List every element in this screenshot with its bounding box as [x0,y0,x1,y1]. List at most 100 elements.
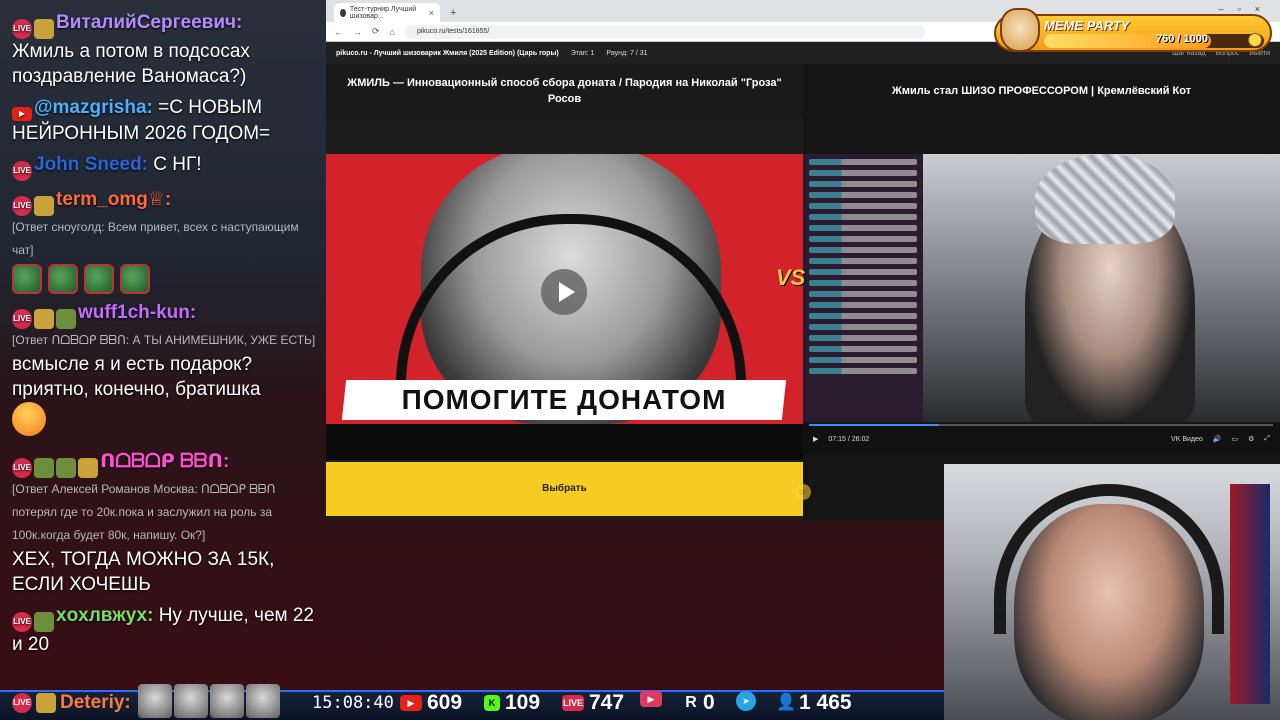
youtube-icon: ▶ [400,695,422,711]
live-icon: LIVE [562,695,584,711]
rutube-viewers: ▶ [640,691,662,707]
chat-reply: [Ответ Алексей Романов Москва: ᑎᗝᗷᗝᑭ ᗷᗷᑎ… [12,482,276,542]
left-card-title: ЖМИЛЬ — Инновационный способ сбора донат… [326,64,803,118]
kick-viewers: K 109 [484,691,540,715]
url-field[interactable]: pikuco.ru/tests/161855/ [404,24,925,39]
foil-hat-image [1035,154,1175,244]
chat-message: LIVE ВиталийСергеевич: [12,10,318,39]
option-card-right: Жмиль стал ШИЗО ПРОФЕССОРОМ | Кремлёвски… [803,64,1280,520]
r-viewers: R 0 [685,691,715,714]
emoji-badge-icon [34,19,54,39]
frog-emote-icon [12,264,42,294]
chat-message: LIVE John Sneed: С НГ! [12,152,318,181]
subtitles-icon[interactable]: ▭ [1231,435,1238,443]
coin-icon [1248,33,1262,47]
emoji-badge-icon [34,458,54,478]
minimize-icon[interactable]: – [1219,4,1224,14]
chat-panel: LIVE ВиталийСергеевич: Жмиль а потом в по… [0,0,326,690]
tab-title: Тест-турнир Лучший шизовар... [349,5,417,20]
stream-overlay: LIVE ВиталийСергеевич: Жмиль а потом в по… [0,0,1280,720]
live-badge-icon: LIVE [12,458,32,478]
chat-message: LIVE term_omg♕: [12,187,318,216]
meme-progress-bar [1044,34,1264,48]
stage-label: Этап: 1 [570,49,595,57]
settings-icon[interactable]: ⚙ [1248,435,1254,443]
new-tab-button[interactable]: + [450,7,456,19]
embedded-chat-image [803,154,923,422]
chat-nick: ᑎᗝᗷᗝᑭ ᗷᗷᑎ: [100,451,230,472]
chat-nick: wuff1ch-kun: [78,302,197,323]
browser-window: Тест-турнир Лучший шизовар... × + – ▫ × … [326,0,1280,520]
chat-message: ХЕХ, ТОГДА МОЖНО ЗА 15К, ЕСЛИ ХОЧЕШЬ [12,547,318,597]
emote-icon [210,684,244,718]
total-viewers: 👤 1 465 [776,691,852,714]
forward-icon[interactable]: → [353,27,362,37]
volume-icon[interactable]: 🔊 [1213,435,1222,443]
play-icon[interactable]: ▶ [813,435,818,443]
frog-emote-icon [120,264,150,294]
favicon-icon [340,8,346,17]
emoji-badge-icon [56,458,76,478]
doge-icon [1000,8,1040,52]
emote-icon [138,684,172,718]
live-viewers: LIVE 747 [562,691,625,714]
select-button[interactable]: Выбрать [326,462,803,516]
meme-progress-value: 760 / 1000 [1156,33,1208,45]
chat-text: Жмиль а потом в подсосах поздравление Ва… [12,41,250,87]
chat-text: всмысле я и есть подарок? приятно, конеч… [12,354,261,400]
headphones-image [994,484,1224,634]
chat-nick: @mazgrisha: [34,97,153,118]
close-window-icon[interactable]: × [1255,4,1260,14]
emoji-badge-icon [56,309,76,329]
back-icon[interactable]: ← [334,27,343,37]
right-video-player[interactable] [803,154,1280,422]
close-tab-icon[interactable]: × [429,8,434,18]
webcam-feed [944,464,1280,720]
right-card-title: Жмиль стал ШИЗО ПРОФЕССОРОМ | Кремлёвски… [803,64,1280,118]
emoji-badge-icon [78,458,98,478]
emote-row [12,264,318,294]
option-card-left: ЖМИЛЬ — Инновационный способ сбора донат… [326,64,803,520]
emote-icon [246,684,280,718]
video-progress-bar[interactable] [809,424,1273,426]
meme-party-title: MEME PARTY [1044,18,1130,33]
versus-label: VS [776,265,806,290]
maximize-icon[interactable]: ▫ [1238,4,1241,14]
chat-message: ▶ @mazgrisha: =С НОВЫМ НЕЙРОННЫМ 2026 ГОД… [12,95,318,146]
chat-text: С НГ! [153,154,202,175]
chat-message: LIVE wuff1ch-kun: [12,300,318,329]
live-badge-icon: LIVE [12,693,32,713]
play-icon[interactable] [541,269,587,315]
video-controls: ▶ 07:15 / 26:02 VK Видео 🔊 ▭ ⚙ ⤢ [803,424,1280,454]
emoji-badge-icon [34,309,54,329]
youtube-badge-icon: ▶ [12,107,32,121]
site-title[interactable]: pikuco.ru - Лучший шизоварик Жмиля (2025… [336,50,559,57]
chat-text: ХЕХ, ТОГДА МОЖНО ЗА 15К, ЕСЛИ ХОЧЕШЬ [12,549,275,595]
chat-message: всмысле я и есть подарок? приятно, конеч… [12,352,318,443]
thumbnail-banner-text: ПОМОГИТЕ ДОНАТОМ [401,384,727,415]
chat-nick: Deteriy: [60,692,131,713]
blushing-emoji-icon [12,402,46,436]
emote-icon [174,684,208,718]
home-icon[interactable]: ⌂ [390,27,395,37]
left-video-thumbnail[interactable]: ПОМОГИТЕ ДОНАТОМ [326,154,803,460]
fullscreen-icon[interactable]: ⤢ [1264,435,1270,443]
browser-tab[interactable]: Тест-турнир Лучший шизовар... × [334,3,440,22]
chat-nick: ВиталийСергеевич: [56,12,243,33]
clock-display: 15:08:40 [312,693,394,713]
reload-icon[interactable]: ⟳ [372,26,380,37]
live-badge-icon: LIVE [12,309,32,329]
user-icon: 👤 [776,694,796,711]
frog-emote-icon [48,264,78,294]
vk-video-label[interactable]: VK Видео [1171,436,1203,443]
chat-message: LIVE Deteriy: [12,692,131,714]
live-badge-icon: LIVE [12,19,32,39]
chat-nick: John Sneed: [34,154,149,175]
chat-message: LIVE xoxлвжух: Ну лучше, чем 22 и 20 [12,603,318,657]
telegram-icon: ➤ [736,691,756,711]
r-platform-icon: R [685,694,697,711]
round-label: Раунд: 7 / 31 [606,49,648,57]
chat-message: LIVE ᑎᗝᗷᗝᑭ ᗷᗷᑎ: [12,449,318,478]
emoji-badge-icon [36,693,56,713]
frog-emote-icon [84,264,114,294]
